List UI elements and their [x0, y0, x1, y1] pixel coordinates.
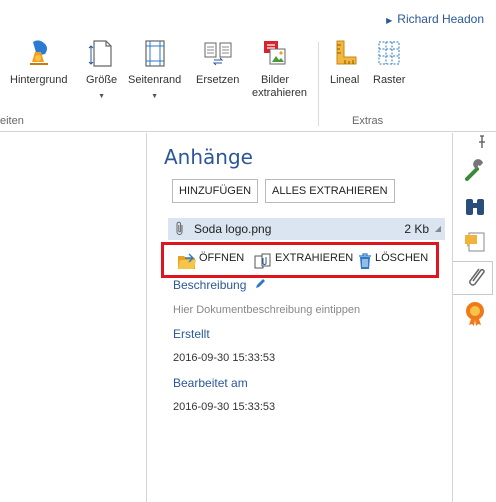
- ribbon-group-label: eiten: [0, 115, 24, 127]
- title-bar: ▶ Richard Headon: [0, 0, 496, 34]
- ruler-label: Lineal: [330, 74, 360, 86]
- wrench-icon[interactable]: [461, 157, 489, 187]
- replace-icon: [204, 42, 232, 66]
- side-rail: [452, 133, 496, 502]
- page-margin-icon: [145, 40, 165, 67]
- extract-label: EXTRAHIEREN: [275, 252, 354, 264]
- attachment-size: 2 Kb: [404, 222, 429, 236]
- binoculars-icon[interactable]: [461, 193, 489, 223]
- attachment-row[interactable]: Soda logo.png 2 Kb ◢: [168, 218, 445, 240]
- open-label: ÖFFNEN: [199, 252, 245, 264]
- ruler-icon: [336, 40, 357, 65]
- extract-images-button[interactable]: Bilder extrahieren: [252, 38, 308, 100]
- panel-title: Anhänge: [164, 145, 253, 169]
- trash-icon: [359, 253, 371, 269]
- replace-button[interactable]: Ersetzen: [196, 38, 239, 87]
- extract-button[interactable]: EXTRAHIEREN: [253, 252, 353, 270]
- size-label: Größe: [86, 74, 118, 86]
- pencil-icon[interactable]: [254, 278, 266, 290]
- collapse-triangle-icon[interactable]: ◢: [435, 224, 441, 233]
- account-triangle-icon: ▶: [386, 16, 393, 25]
- background-icon: [29, 40, 48, 65]
- description-label: Beschreibung: [173, 278, 247, 292]
- grid-label: Raster: [373, 74, 406, 86]
- open-folder-icon: [178, 253, 196, 269]
- grid-icon: [378, 41, 400, 65]
- background-label: Hintergrund: [10, 74, 68, 86]
- created-label: Erstellt: [173, 327, 210, 341]
- certificate-icon[interactable]: [461, 299, 489, 329]
- ribbon: Hintergrund Größe ▼ Seitenrand ▼ Ersetze…: [0, 34, 496, 132]
- ruler-button[interactable]: Lineal: [330, 38, 359, 87]
- grid-button[interactable]: Raster: [373, 38, 405, 87]
- description-link[interactable]: Beschreibung: [173, 278, 266, 292]
- pin-icon[interactable]: [475, 135, 489, 149]
- group-separator: [318, 42, 319, 126]
- chevron-down-icon: ▼: [151, 93, 159, 100]
- replace-label: Ersetzen: [196, 74, 240, 86]
- background-button[interactable]: Hintergrund: [10, 38, 67, 87]
- description-field[interactable]: Hier Dokumentbeschreibung eintippen: [173, 304, 360, 316]
- actions-highlight: ÖFFNEN EXTRAHIEREN LÖSCHEN: [161, 242, 439, 278]
- attachments-panel: Anhänge HINZUFÜGEN ALLES EXTRAHIEREN Sod…: [148, 133, 452, 502]
- chevron-down-icon: ▼: [98, 93, 106, 100]
- modified-value: 2016-09-30 15:33:53: [173, 401, 276, 413]
- created-value: 2016-09-30 15:33:53: [173, 352, 276, 364]
- size-button[interactable]: Größe ▼: [86, 38, 117, 100]
- modified-label: Bearbeitet am: [173, 376, 248, 390]
- margin-label: Seitenrand: [128, 74, 182, 86]
- extract-all-button[interactable]: ALLES EXTRAHIEREN: [265, 179, 395, 203]
- extract-images-label: Bilder extrahieren: [252, 74, 308, 99]
- page-size-icon: [88, 40, 112, 67]
- margin-button[interactable]: Seitenrand ▼: [128, 38, 181, 100]
- attachment-name: Soda logo.png: [194, 222, 272, 236]
- add-attachment-button[interactable]: HINZUFÜGEN: [172, 179, 259, 203]
- extras-group-label: Extras: [352, 115, 384, 127]
- extract-images-icon: [264, 41, 286, 65]
- open-button[interactable]: ÖFFNEN: [177, 252, 244, 270]
- paperclip-icon: [176, 221, 183, 235]
- delete-label: LÖSCHEN: [375, 252, 429, 264]
- user-account[interactable]: ▶ Richard Headon: [386, 12, 484, 26]
- user-name: Richard Headon: [397, 12, 484, 26]
- delete-button[interactable]: LÖSCHEN: [357, 252, 428, 270]
- extract-clip-icon: [254, 253, 271, 269]
- document-canvas[interactable]: [0, 133, 147, 502]
- paperclip-icon[interactable]: [461, 263, 489, 293]
- comment-icon[interactable]: [461, 227, 489, 257]
